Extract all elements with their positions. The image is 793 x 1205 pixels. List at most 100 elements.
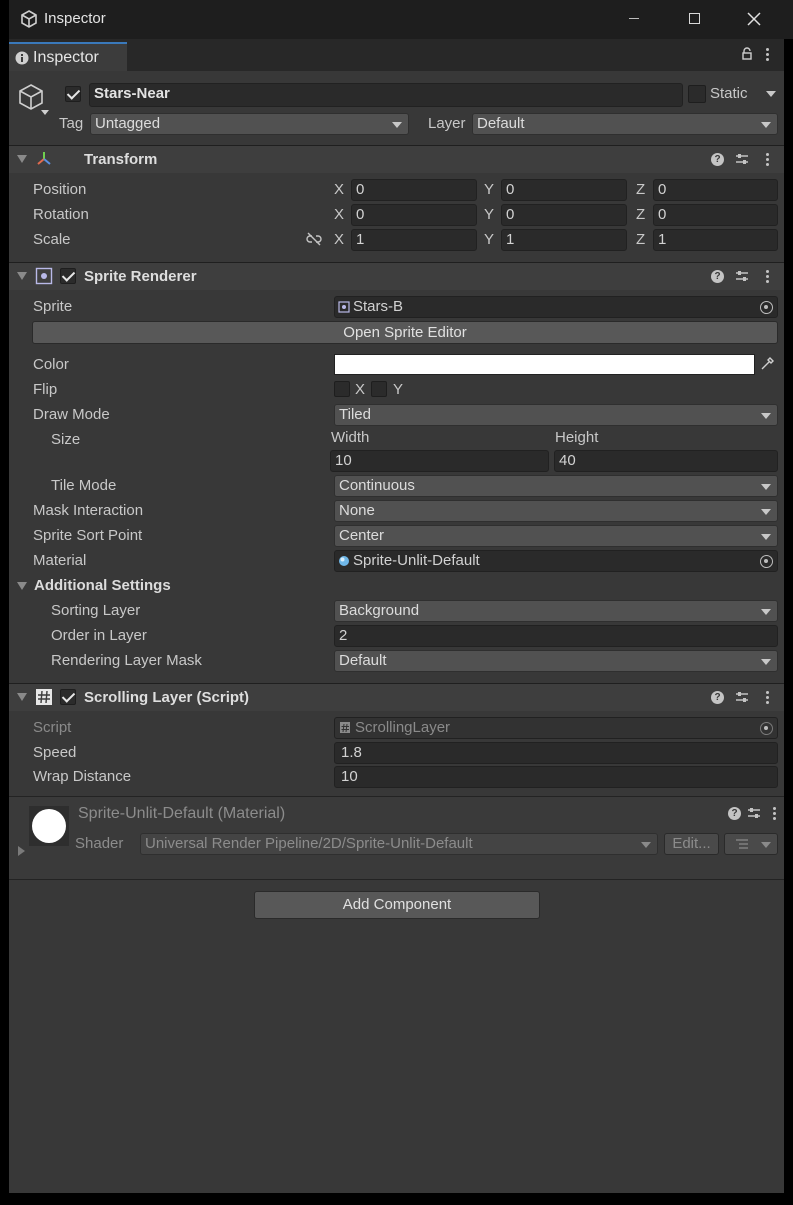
maximize-button[interactable]: [689, 13, 700, 24]
sprite-sort-point-dropdown[interactable]: Center: [334, 525, 778, 547]
transform-foldout-icon[interactable]: [17, 155, 27, 163]
height-field[interactable]: 40: [554, 450, 778, 472]
tab-inspector[interactable]: Inspector: [9, 42, 127, 71]
sprite-sort-point-label: Sprite Sort Point: [33, 527, 143, 544]
order-in-layer-field[interactable]: 2: [334, 625, 778, 647]
wrap-distance-label: Wrap Distance: [33, 768, 132, 785]
object-picker-icon[interactable]: [760, 555, 773, 568]
sprite-renderer-enabled-checkbox[interactable]: [60, 268, 76, 284]
tag-value: Untagged: [95, 115, 161, 132]
title-bar[interactable]: Inspector: [9, 0, 793, 39]
minimize-button[interactable]: [629, 18, 639, 19]
presets-icon[interactable]: [747, 806, 761, 820]
tag-dropdown[interactable]: Untagged: [90, 113, 409, 135]
width-field[interactable]: 10: [330, 450, 549, 472]
sprite-renderer-foldout-icon[interactable]: [17, 272, 27, 280]
scale-y-field[interactable]: 1: [501, 229, 627, 251]
presets-icon[interactable]: [735, 152, 749, 166]
static-checkbox[interactable]: [688, 85, 706, 103]
height-label: Height: [555, 429, 599, 446]
material-menu-icon[interactable]: [773, 806, 777, 822]
rendering-layer-mask-value: Default: [339, 652, 387, 669]
gameobject-active-checkbox[interactable]: [65, 86, 81, 102]
color-swatch[interactable]: [334, 354, 755, 375]
scale-z-field[interactable]: 1: [653, 229, 778, 251]
unlink-icon[interactable]: [306, 232, 322, 246]
chevron-down-icon: [761, 122, 771, 128]
presets-icon[interactable]: [735, 690, 749, 704]
scale-x-field[interactable]: 1: [351, 229, 477, 251]
tab-menu-icon[interactable]: [766, 47, 770, 63]
material-foldout-icon[interactable]: [18, 846, 25, 856]
tag-label: Tag: [59, 115, 84, 132]
additional-settings-label[interactable]: Additional Settings: [34, 576, 171, 596]
open-sprite-editor-button[interactable]: Open Sprite Editor: [32, 321, 778, 344]
wrap-distance-field[interactable]: 10: [334, 766, 778, 788]
sprite-sort-point-value: Center: [339, 527, 385, 544]
info-icon: [15, 51, 29, 65]
chevron-down-icon: [641, 842, 651, 848]
additional-settings-foldout-icon[interactable]: [17, 582, 27, 590]
tile-mode-label: Tile Mode: [51, 477, 117, 494]
sprite-object-field[interactable]: Stars-B: [334, 296, 778, 318]
scale-y-label[interactable]: Y: [484, 230, 494, 250]
position-y-label[interactable]: Y: [484, 180, 494, 200]
tile-mode-dropdown[interactable]: Continuous: [334, 475, 778, 497]
layer-dropdown[interactable]: Default: [472, 113, 778, 135]
position-z-field[interactable]: 0: [653, 179, 778, 201]
script-file-icon: [340, 722, 350, 733]
gameobject-name-input[interactable]: Stars-Near: [89, 83, 683, 107]
object-picker-icon[interactable]: [760, 301, 773, 314]
position-z-label[interactable]: Z: [636, 180, 645, 200]
material-preview[interactable]: [29, 806, 69, 846]
mask-interaction-dropdown[interactable]: None: [334, 500, 778, 522]
chevron-down-icon: [761, 484, 771, 490]
scale-x-label[interactable]: X: [334, 230, 344, 250]
help-icon[interactable]: ?: [711, 270, 724, 283]
position-x-label[interactable]: X: [334, 180, 344, 200]
chevron-down-icon: [761, 842, 771, 848]
scrolling-layer-foldout-icon[interactable]: [17, 693, 27, 701]
rotation-y-label[interactable]: Y: [484, 205, 494, 225]
position-x-field[interactable]: 0: [351, 179, 477, 201]
rotation-y-field[interactable]: 0: [501, 204, 627, 226]
component-menu-icon[interactable]: [766, 152, 770, 168]
rotation-x-field[interactable]: 0: [351, 204, 477, 226]
eyedropper-icon[interactable]: [759, 356, 775, 372]
mask-interaction-value: None: [339, 502, 375, 519]
shader-value: Universal Render Pipeline/2D/Sprite-Unli…: [145, 835, 473, 852]
gameobject-cube-icon[interactable]: [17, 83, 51, 117]
presets-icon[interactable]: [735, 269, 749, 283]
position-y-field[interactable]: 0: [501, 179, 627, 201]
speed-field[interactable]: 1.8: [334, 742, 778, 764]
draw-mode-dropdown[interactable]: Tiled: [334, 404, 778, 426]
help-icon[interactable]: ?: [711, 691, 724, 704]
position-label: Position: [33, 181, 87, 198]
add-component-button[interactable]: Add Component: [254, 891, 540, 919]
lock-icon[interactable]: [741, 47, 753, 61]
rendering-layer-mask-dropdown[interactable]: Default: [334, 650, 778, 672]
component-menu-icon[interactable]: [766, 269, 770, 285]
material-object-field[interactable]: Sprite-Unlit-Default: [334, 550, 778, 572]
help-icon[interactable]: ?: [711, 153, 724, 166]
scrolling-layer-enabled-checkbox[interactable]: [60, 689, 76, 705]
speed-label: Speed: [33, 744, 77, 761]
static-dropdown-arrow[interactable]: [766, 91, 776, 97]
flip-x-checkbox[interactable]: [334, 381, 350, 397]
transform-title: Transform: [84, 151, 158, 168]
sorting-layer-dropdown[interactable]: Background: [334, 600, 778, 622]
shader-label: Shader: [75, 835, 124, 852]
sprite-label: Sprite: [33, 298, 73, 315]
script-label: Script: [33, 719, 72, 736]
rotation-x-label[interactable]: X: [334, 205, 344, 225]
rotation-z-label[interactable]: Z: [636, 205, 645, 225]
order-in-layer-label: Order in Layer: [51, 627, 147, 644]
layer-value: Default: [477, 115, 525, 132]
scale-z-label[interactable]: Z: [636, 230, 645, 250]
rotation-z-field[interactable]: 0: [653, 204, 778, 226]
script-icon: [36, 689, 52, 705]
component-menu-icon[interactable]: [766, 690, 770, 706]
flip-y-checkbox[interactable]: [371, 381, 387, 397]
help-icon[interactable]: ?: [728, 807, 741, 820]
close-button[interactable]: [747, 12, 761, 26]
